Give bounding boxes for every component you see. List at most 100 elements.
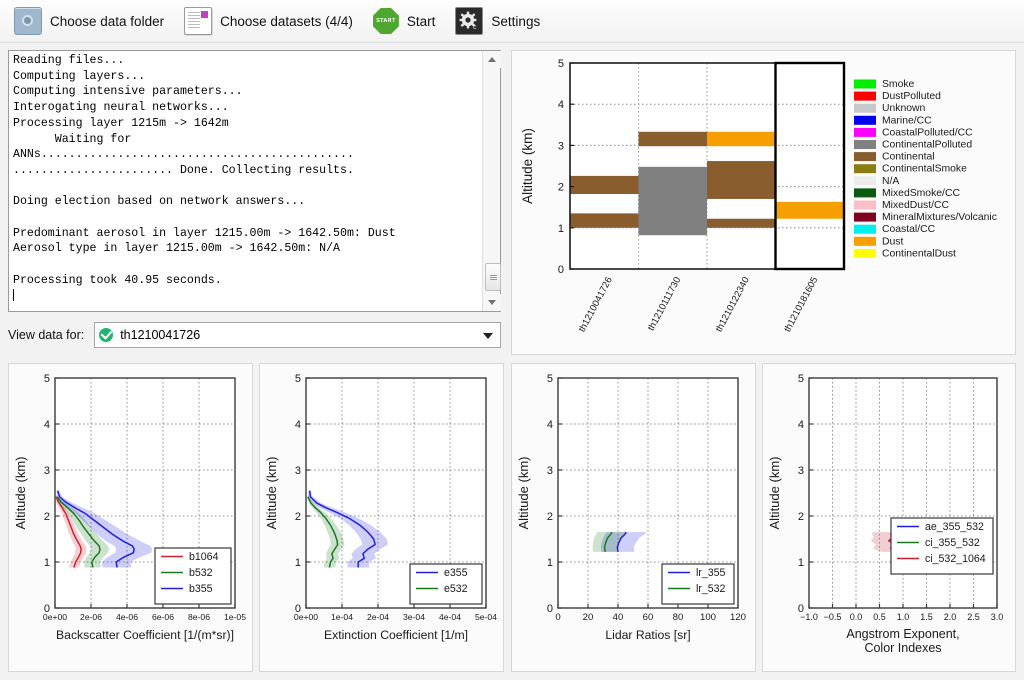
svg-text:MineralMixtures/Volcanic: MineralMixtures/Volcanic <box>882 212 997 223</box>
svg-text:3: 3 <box>798 465 804 477</box>
svg-text:Unknown: Unknown <box>882 103 926 114</box>
svg-text:CoastalPolluted/CC: CoastalPolluted/CC <box>882 127 973 138</box>
dataset-select[interactable]: th1210041726 <box>94 322 501 348</box>
extinction-chart: 0123450e+00 1e-04 2e-04 3e-04 4e-04 5e-04Alti… <box>264 373 497 642</box>
svg-text:e355: e355 <box>444 567 468 579</box>
svg-text:0.0: 0.0 <box>850 612 863 622</box>
svg-text:ae_355_532: ae_355_532 <box>925 521 984 533</box>
choose-datasets-button[interactable]: Choose datasets (4/4) <box>180 4 363 38</box>
svg-text:th1210041726: th1210041726 <box>577 275 615 334</box>
svg-text:1e-04: 1e-04 <box>331 612 353 622</box>
application-window: Choose data folder Choose datasets (4/4)… <box>0 0 1024 680</box>
svg-text:100: 100 <box>700 612 716 623</box>
svg-text:Backscatter Coefficient [1/(m*: Backscatter Coefficient [1/(m*sr)] <box>56 628 234 642</box>
svg-text:3: 3 <box>547 465 553 477</box>
start-icon-text: START <box>376 18 396 24</box>
svg-text:0e+00: 0e+00 <box>43 612 67 622</box>
svg-text:Altitude (km): Altitude (km) <box>520 128 535 204</box>
svg-text:5: 5 <box>44 373 50 385</box>
console-text: Reading files... Computing layers... Com… <box>13 53 478 309</box>
svg-text:−1.0: −1.0 <box>800 612 818 622</box>
console-output-panel[interactable]: Reading files... Computing layers... Com… <box>8 50 501 312</box>
check-circle-icon <box>99 328 114 342</box>
datasets-icon <box>184 7 213 35</box>
svg-text:20: 20 <box>583 612 594 623</box>
svg-text:b532: b532 <box>189 567 213 579</box>
svg-text:3: 3 <box>558 140 564 152</box>
gear-icon: c <box>455 7 484 35</box>
start-icon: START <box>372 8 399 34</box>
scrollbar-thumb[interactable] <box>485 263 501 291</box>
svg-text:Color Indexes: Color Indexes <box>864 641 941 655</box>
svg-text:4: 4 <box>547 419 553 431</box>
svg-text:lr_355: lr_355 <box>696 567 726 579</box>
angstrom-chart-panel: 0 1 2 3 4 5 −1.0 −0.5 0.0 0.5 1.0 1.5 2.0 2.5 3.0 Altit… <box>762 363 1016 672</box>
svg-text:1.0: 1.0 <box>897 612 910 622</box>
svg-text:0.5: 0.5 <box>873 612 886 622</box>
svg-text:lr_532: lr_532 <box>696 583 726 595</box>
svg-text:c: c <box>473 24 477 31</box>
svg-text:2: 2 <box>295 511 301 523</box>
choose-data-folder-button[interactable]: Choose data folder <box>10 4 174 38</box>
scroll-down-arrow[interactable] <box>483 294 501 311</box>
svg-text:N/A: N/A <box>882 176 899 187</box>
backscatter-chart-panel: 0 1 2 3 4 5 0e+00 2e-06 4e-06 6e-06 8e-06 1e-05 Alti… <box>8 363 253 672</box>
svg-text:4e-06: 4e-06 <box>116 612 138 622</box>
svg-text:5: 5 <box>558 58 564 70</box>
svg-text:2: 2 <box>798 511 804 523</box>
svg-text:Coastal/CC: Coastal/CC <box>882 224 936 235</box>
svg-text:DustPolluted: DustPolluted <box>882 91 941 102</box>
svg-text:th1210111730: th1210111730 <box>646 275 684 333</box>
svg-text:th1210122340: th1210122340 <box>714 275 752 334</box>
svg-text:1e-05: 1e-05 <box>224 612 246 622</box>
console-log: Reading files... Computing layers... Com… <box>13 54 396 287</box>
svg-text:4: 4 <box>558 99 564 111</box>
start-label: Start <box>406 13 436 29</box>
svg-text:Continental: Continental <box>882 152 935 163</box>
chevron-down-icon[interactable] <box>483 333 493 339</box>
text-caret <box>13 288 14 301</box>
svg-text:1: 1 <box>44 557 50 569</box>
svg-text:4e-04: 4e-04 <box>439 612 461 622</box>
svg-text:0: 0 <box>547 603 553 615</box>
svg-text:Dust: Dust <box>882 236 903 247</box>
svg-text:2.5: 2.5 <box>967 612 980 622</box>
svg-text:2: 2 <box>547 511 553 523</box>
svg-text:b1064: b1064 <box>189 551 219 563</box>
svg-text:8e-06: 8e-06 <box>188 612 210 622</box>
svg-text:th1210181605: th1210181605 <box>782 275 820 334</box>
svg-text:2: 2 <box>558 182 564 194</box>
svg-text:MixedDust/CC: MixedDust/CC <box>882 200 949 211</box>
svg-text:0: 0 <box>555 612 560 623</box>
classification-chart-panel: 0 1 2 3 4 5 Altitude (km) th1210041726 th1210111… <box>511 50 1016 355</box>
view-data-row: View data for: th1210041726 <box>8 322 501 348</box>
svg-text:Angstrom Exponent,: Angstrom Exponent, <box>846 627 959 641</box>
svg-text:4: 4 <box>798 419 804 431</box>
angstrom-chart: 012345−1.0 −0.5 0.0 0.5 1.0 1.5 2.0 2.5 3.0Altit… <box>767 373 1003 655</box>
svg-text:ContinentalSmoke: ContinentalSmoke <box>882 164 967 175</box>
start-button[interactable]: START Start <box>369 5 446 37</box>
classification-chart: 0 1 2 3 4 5 Altitude (km) th1210041726 th1210111… <box>520 58 997 334</box>
svg-text:ci_532_1064: ci_532_1064 <box>925 553 986 565</box>
svg-text:0: 0 <box>558 264 564 276</box>
svg-text:0e+00: 0e+00 <box>294 612 318 622</box>
svg-text:Altitude (km): Altitude (km) <box>13 457 28 530</box>
svg-text:ContinentalDust: ContinentalDust <box>882 248 956 259</box>
svg-text:6e-06: 6e-06 <box>152 612 174 622</box>
settings-button[interactable]: c Settings <box>451 4 550 38</box>
scroll-up-arrow[interactable] <box>483 51 501 68</box>
svg-text:1.5: 1.5 <box>920 612 933 622</box>
svg-text:MixedSmoke/CC: MixedSmoke/CC <box>882 188 960 199</box>
svg-text:40: 40 <box>613 612 624 623</box>
svg-text:5: 5 <box>547 373 553 385</box>
view-data-label: View data for: <box>8 328 85 342</box>
svg-text:60: 60 <box>643 612 654 623</box>
svg-text:1: 1 <box>295 557 301 569</box>
svg-text:Smoke: Smoke <box>882 79 915 90</box>
svg-text:80: 80 <box>673 612 684 623</box>
svg-text:Altitude (km): Altitude (km) <box>767 457 782 530</box>
console-scrollbar[interactable] <box>482 51 501 311</box>
svg-text:Extinction Coefficient [1/m]: Extinction Coefficient [1/m] <box>324 628 468 642</box>
svg-text:Marine/CC: Marine/CC <box>882 115 932 126</box>
svg-text:Lidar Ratios [sr]: Lidar Ratios [sr] <box>605 628 690 642</box>
